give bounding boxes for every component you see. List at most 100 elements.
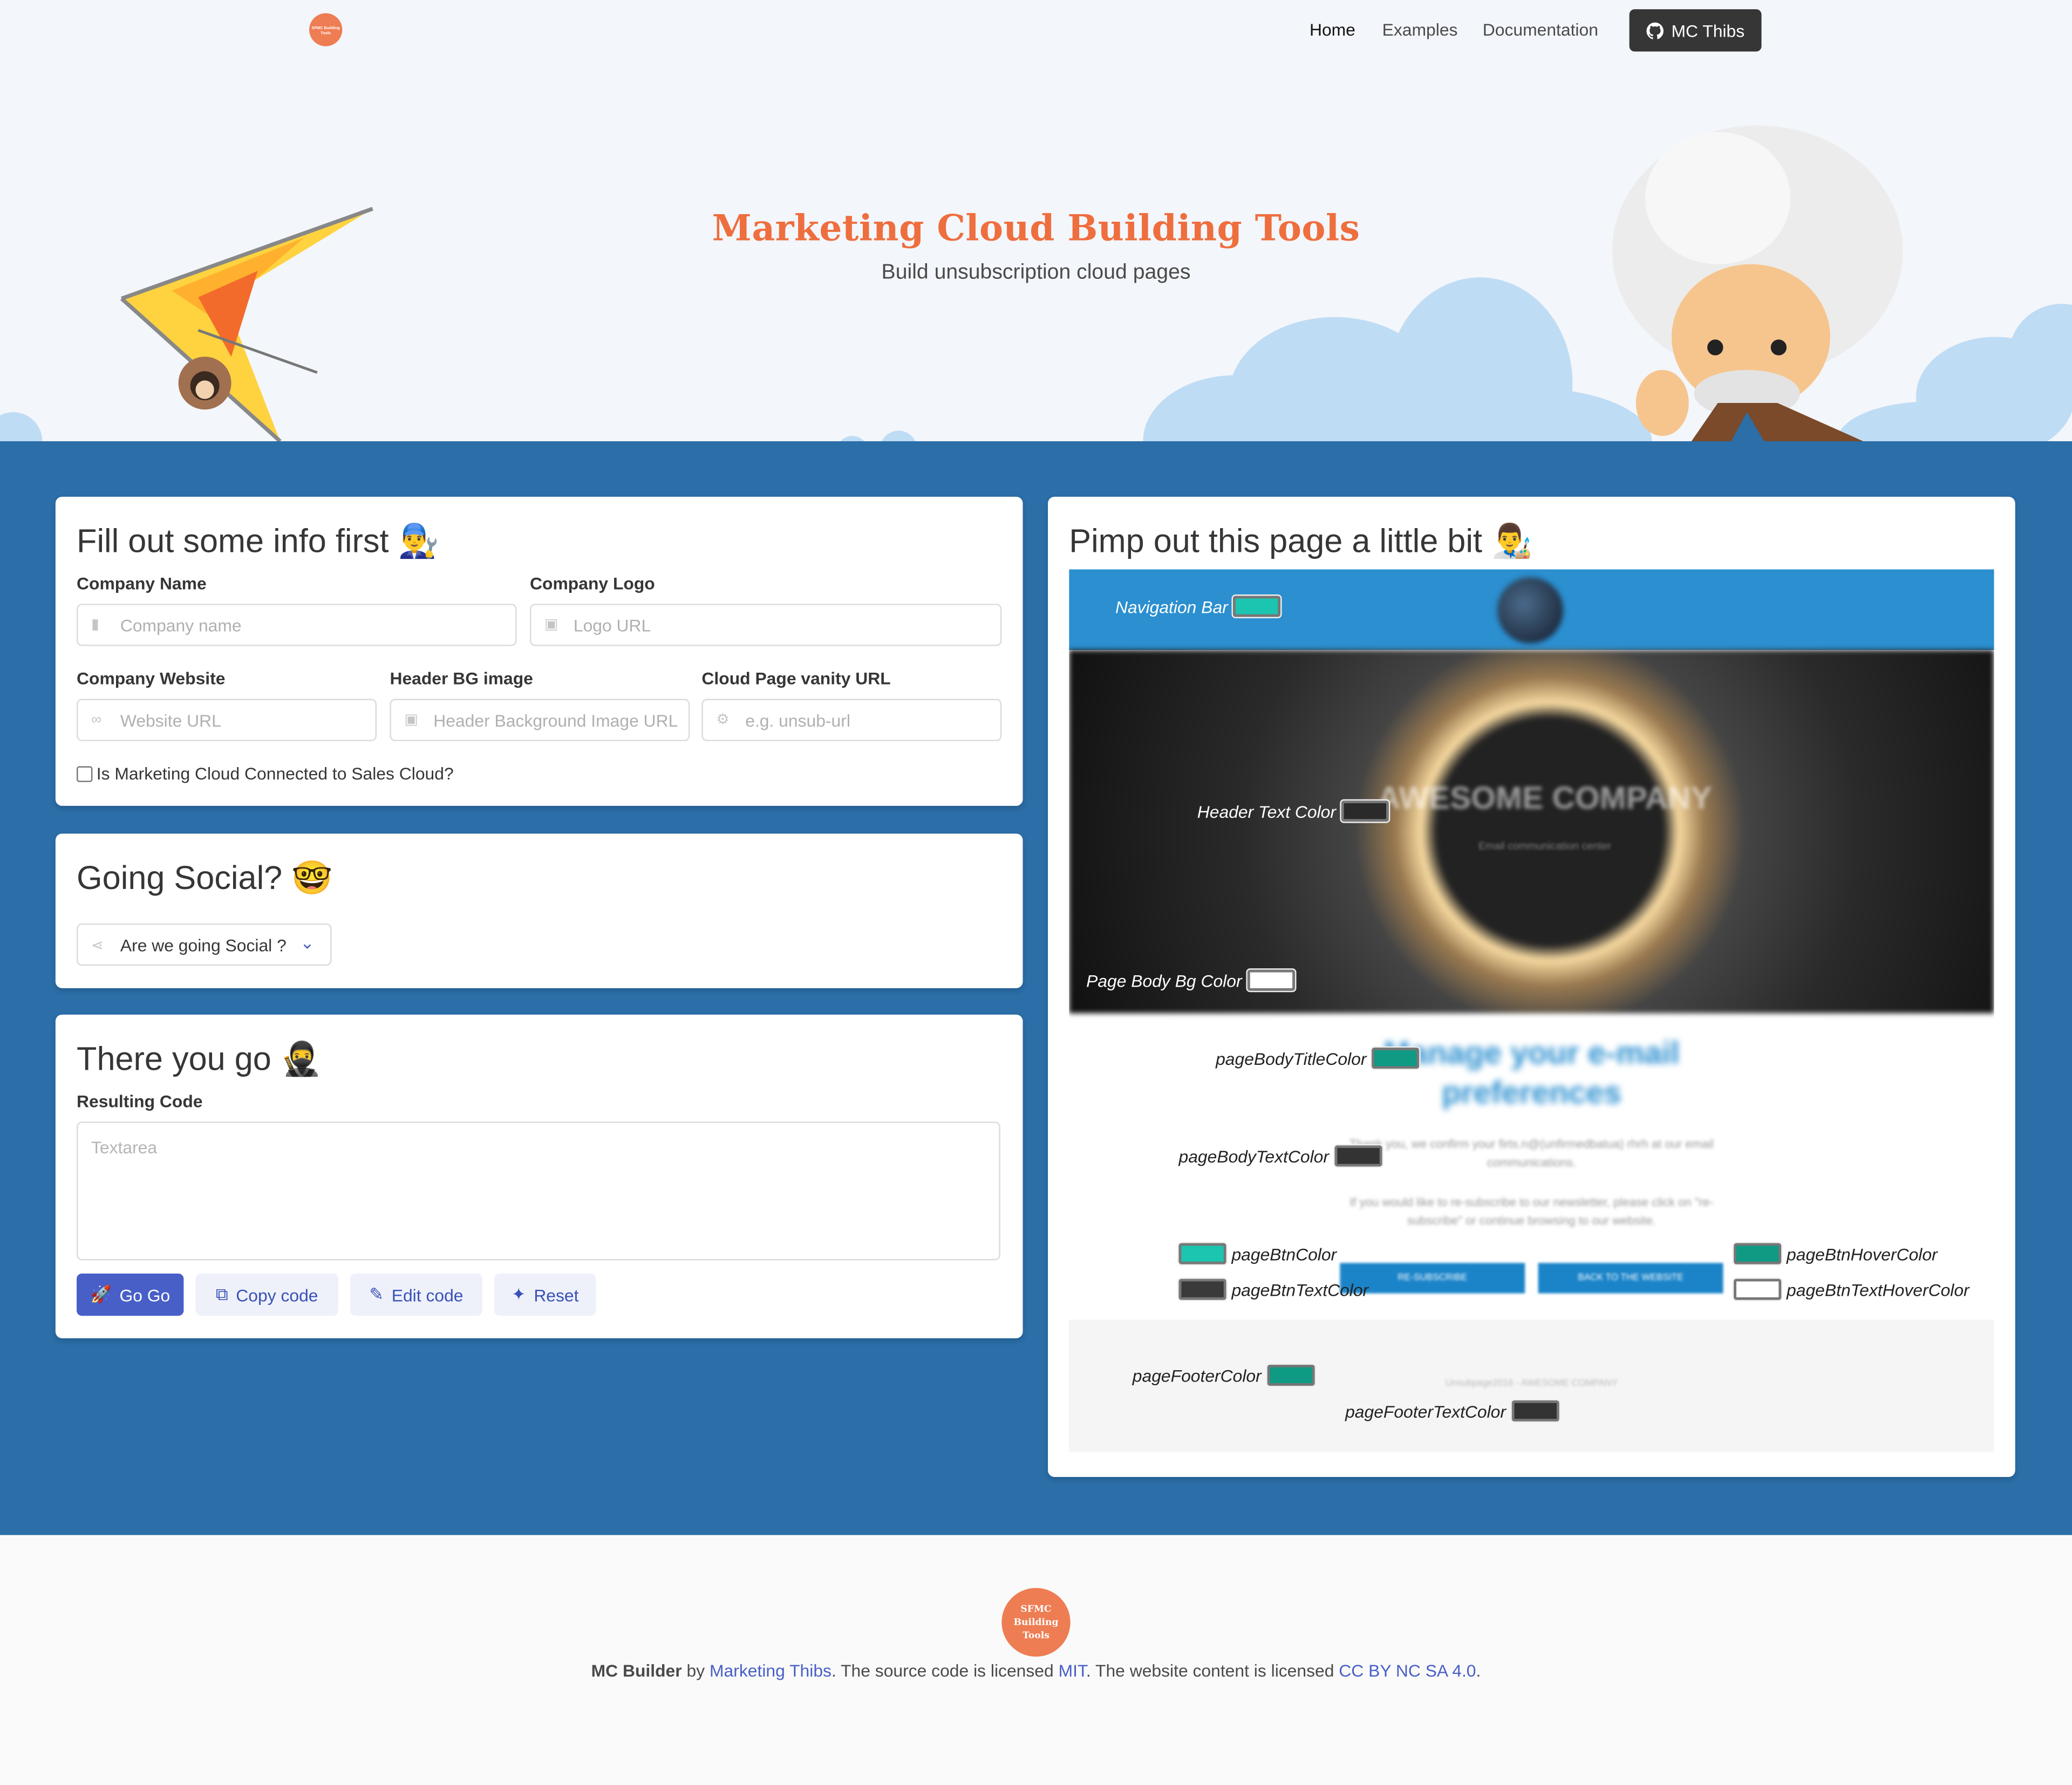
- company-name-label: Company Name: [77, 573, 207, 593]
- footer-text-color-picker[interactable]: pageFooterTextColor: [1345, 1399, 1560, 1423]
- header-text-color-picker[interactable]: Header Text Color: [1197, 799, 1391, 823]
- body-title-color-label: pageBodyTitleColor: [1216, 1048, 1367, 1069]
- preview-tagline: Email communication center: [1478, 840, 1611, 852]
- body-text-color-swatch[interactable]: [1333, 1144, 1383, 1168]
- chevron-down-icon: ⌄: [300, 932, 315, 953]
- btn-color-picker[interactable]: pageBtnColor: [1177, 1242, 1337, 1266]
- company-website-placeholder: Website URL: [120, 710, 221, 730]
- reset-label: Reset: [534, 1284, 579, 1305]
- footer-text-color-swatch[interactable]: [1510, 1399, 1560, 1423]
- footer-by: by: [681, 1660, 710, 1681]
- btn-text-color-swatch[interactable]: [1177, 1277, 1228, 1302]
- github-button-label: MC Thibs: [1671, 20, 1745, 40]
- body-title-color-swatch[interactable]: [1370, 1046, 1421, 1070]
- preview-company-name: AWESOME COMPANY: [1378, 781, 1712, 817]
- header-bg-label: Header BG image: [390, 668, 533, 688]
- preview-card-title: Pimp out this page a little bit 👨‍🎨: [1069, 523, 1533, 560]
- btn-text-hover-color-picker[interactable]: pageBtnTextHoverColor: [1732, 1277, 1969, 1302]
- textarea-placeholder: Textarea: [91, 1137, 158, 1158]
- page-footer: SFMC Building Tools MC Builder by Market…: [0, 1535, 2072, 1785]
- github-icon: [1646, 22, 1664, 39]
- sales-cloud-checkbox-row[interactable]: Is Marketing Cloud Connected to Sales Cl…: [77, 763, 454, 784]
- company-name-input[interactable]: ▮ Company name: [77, 604, 517, 646]
- top-navigation: SFMC Building Tools Home Examples Docume…: [0, 0, 2072, 61]
- copy-icon: ⧉: [215, 1284, 228, 1304]
- navigation-bar-color-label: Navigation Bar: [1115, 596, 1228, 617]
- github-button[interactable]: MC Thibs: [1629, 9, 1762, 52]
- edit-code-label: Edit code: [391, 1284, 464, 1305]
- btn-text-hover-color-label: pageBtnTextHoverColor: [1787, 1279, 1969, 1300]
- navigation-bar-color-picker[interactable]: Navigation Bar: [1115, 594, 1283, 619]
- nav-link-home[interactable]: Home: [1310, 20, 1355, 40]
- btn-color-label: pageBtnColor: [1231, 1243, 1337, 1264]
- company-logo-label: Company Logo: [530, 573, 655, 593]
- btn-color-swatch[interactable]: [1177, 1242, 1228, 1266]
- code-card: There you go 🥷 Resulting Code Textarea 🚀…: [55, 1014, 1023, 1338]
- page-body-bg-color-label: Page Body Bg Color: [1086, 970, 1242, 990]
- edit-icon: ✎: [369, 1284, 384, 1304]
- preview-body-text-2: If you would like to re-subscribe to our…: [1349, 1195, 1714, 1228]
- social-select[interactable]: ⋖ Are we going Social ? ⌄: [77, 923, 332, 966]
- preview-back-button: BACK TO THE WEBSITE: [1538, 1263, 1723, 1294]
- preview-card: Pimp out this page a little bit 👨‍🎨 AWES…: [1048, 496, 2015, 1477]
- footer-text-1: . The source code is licensed: [831, 1660, 1059, 1681]
- resulting-code-label: Resulting Code: [77, 1091, 203, 1111]
- sales-cloud-checkbox-label: Is Marketing Cloud Connected to Sales Cl…: [96, 763, 454, 784]
- btn-text-color-picker[interactable]: pageBtnTextColor: [1177, 1277, 1369, 1302]
- btn-hover-color-swatch[interactable]: [1732, 1242, 1783, 1266]
- footer-author-link[interactable]: Marketing Thibs: [710, 1660, 831, 1680]
- page-preview: AWESOME COMPANY Email communication cent…: [1069, 569, 1994, 1452]
- sales-cloud-checkbox[interactable]: [77, 765, 93, 782]
- hero-title: Marketing Cloud Building Tools: [712, 208, 1360, 250]
- btn-hover-color-picker[interactable]: pageBtnHoverColor: [1732, 1242, 1938, 1266]
- nav-link-documentation[interactable]: Documentation: [1483, 20, 1598, 40]
- edit-code-button[interactable]: ✎ Edit code: [350, 1273, 482, 1316]
- footer-text-3: .: [1476, 1660, 1481, 1681]
- main-section: Fill out some info first 👨‍🔧 Company Nam…: [0, 441, 2072, 1535]
- reset-button[interactable]: ✦ Reset: [494, 1273, 596, 1316]
- footer-logo-text: SFMC Building Tools: [1013, 1602, 1059, 1641]
- footer-mit-link[interactable]: MIT: [1059, 1660, 1086, 1680]
- footer-color-swatch[interactable]: [1265, 1363, 1316, 1387]
- footer-color-picker[interactable]: pageFooterColor: [1132, 1363, 1316, 1387]
- info-card-title: Fill out some info first 👨‍🔧: [77, 523, 439, 560]
- share-icon: ⋖: [91, 938, 104, 954]
- vanity-url-input[interactable]: ⚙ e.g. unsub-url: [701, 699, 1002, 741]
- go-button-label: Go Go: [119, 1284, 171, 1305]
- header-text-color-label: Header Text Color: [1197, 801, 1336, 822]
- footer-text-color-label: pageFooterTextColor: [1345, 1401, 1507, 1421]
- footer-brand: MC Builder: [591, 1660, 682, 1681]
- spray-icon: ✦: [511, 1284, 526, 1304]
- header-text-color-swatch[interactable]: [1340, 799, 1391, 823]
- go-button[interactable]: 🚀 Go Go: [77, 1273, 184, 1316]
- btn-text-hover-color-swatch[interactable]: [1732, 1277, 1783, 1302]
- btn-text-color-label: pageBtnTextColor: [1231, 1279, 1369, 1300]
- resulting-code-textarea[interactable]: Textarea: [77, 1121, 1000, 1261]
- body-title-color-picker[interactable]: pageBodyTitleColor: [1216, 1046, 1421, 1070]
- rocket-icon: 🚀: [90, 1284, 112, 1304]
- header-bg-placeholder: Header Background Image URL: [433, 710, 678, 730]
- page-body-bg-color-picker[interactable]: Page Body Bg Color: [1086, 968, 1296, 993]
- body-text-color-picker[interactable]: pageBodyTextColor: [1179, 1144, 1383, 1168]
- brand-logo[interactable]: SFMC Building Tools: [309, 13, 343, 46]
- building-icon: ▮: [91, 617, 99, 633]
- footer-logo: SFMC Building Tools: [1001, 1588, 1071, 1657]
- page-body-bg-color-swatch[interactable]: [1245, 968, 1296, 993]
- btn-hover-color-label: pageBtnHoverColor: [1787, 1243, 1938, 1264]
- brand-logo-text: SFMC Building Tools: [311, 24, 340, 35]
- company-logo-input[interactable]: ▣ Logo URL: [530, 604, 1002, 646]
- company-website-input[interactable]: ∞ Website URL: [77, 699, 377, 741]
- preview-footer-text: Unsubpage2016 - AWESOME COMPANY: [1445, 1379, 1618, 1389]
- copy-code-button[interactable]: ⧉ Copy code: [195, 1273, 338, 1316]
- navigation-bar-color-swatch[interactable]: [1232, 594, 1283, 619]
- info-card: Fill out some info first 👨‍🔧 Company Nam…: [55, 496, 1023, 806]
- nav-link-examples[interactable]: Examples: [1382, 20, 1458, 40]
- footer-color-label: pageFooterColor: [1132, 1365, 1262, 1385]
- preview-body-title: Manage your e-mail preferences: [1383, 1036, 1680, 1111]
- social-card-title: Going Social? 🤓: [77, 860, 333, 897]
- preview-logo: [1497, 577, 1564, 644]
- preview-body-text-1: Thank you, we confirm your firts.n@(unfi…: [1349, 1137, 1714, 1170]
- header-bg-input[interactable]: ▣ Header Background Image URL: [390, 699, 690, 741]
- company-logo-placeholder: Logo URL: [573, 615, 651, 635]
- footer-cc-link[interactable]: CC BY NC SA 4.0: [1339, 1660, 1476, 1680]
